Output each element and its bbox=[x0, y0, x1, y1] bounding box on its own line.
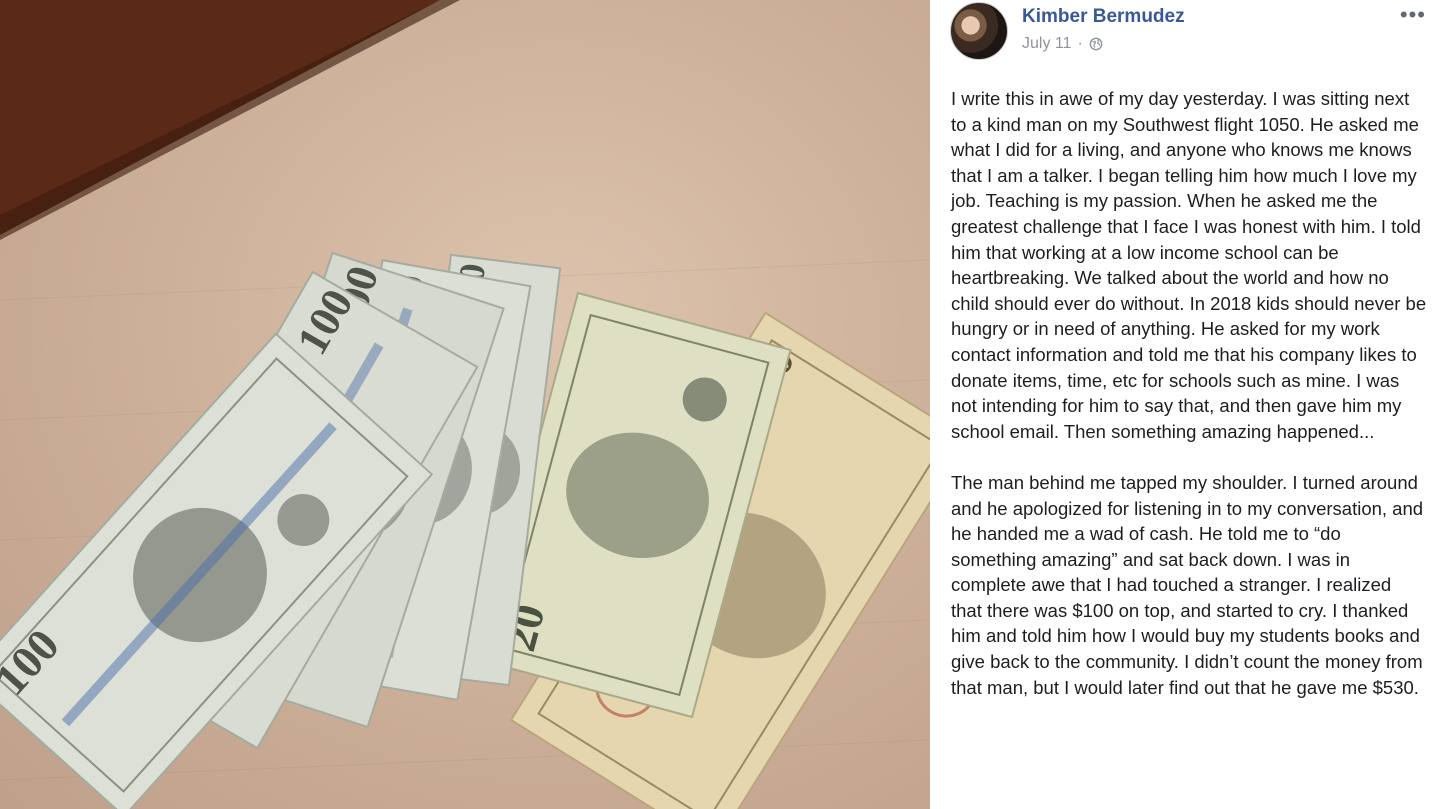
post-meta: July 11 · bbox=[1022, 35, 1103, 53]
globe-icon bbox=[1089, 37, 1103, 51]
facebook-post: Kimber Bermudez July 11 · ••• I write th… bbox=[930, 0, 1440, 809]
avatar[interactable] bbox=[950, 2, 1008, 60]
meta-separator: · bbox=[1077, 35, 1083, 52]
post-paragraph: The man behind me tapped my shoulder. I … bbox=[951, 471, 1424, 698]
more-horizontal-icon[interactable]: ••• bbox=[1400, 2, 1426, 28]
post-date[interactable]: July 11 bbox=[1022, 35, 1072, 53]
cash-photo[interactable]: 10 20 100 100 100 bbox=[0, 0, 930, 809]
cash-illustration: 10 20 100 100 100 bbox=[0, 0, 930, 809]
author-name[interactable]: Kimber Bermudez bbox=[1022, 6, 1185, 28]
post-paragraph: I write this in awe of my day yesterday.… bbox=[951, 88, 1427, 442]
post-body: I write this in awe of my day yesterday.… bbox=[951, 86, 1427, 726]
